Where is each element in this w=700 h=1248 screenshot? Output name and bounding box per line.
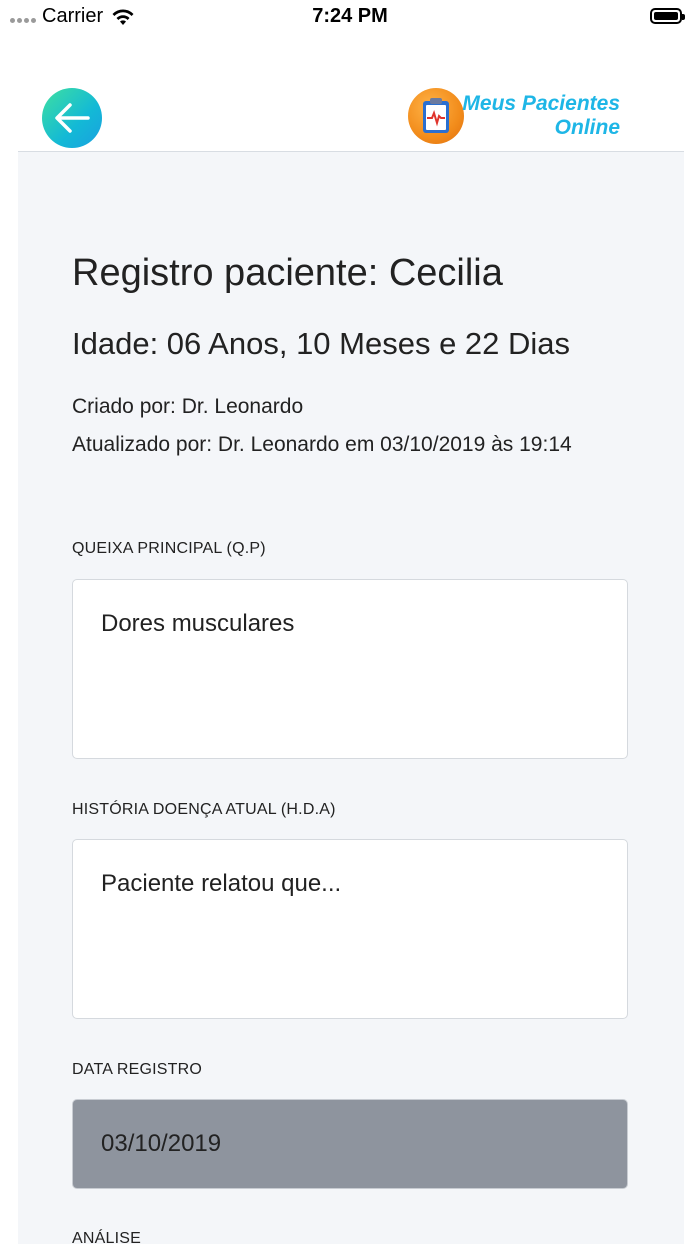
back-button[interactable]	[42, 88, 102, 148]
app-logo-text: Meus Pacientes Online	[462, 92, 620, 140]
arrow-left-icon	[55, 103, 90, 133]
app-logo: Meus Pacientes Online	[408, 88, 620, 144]
history-label: HISTÓRIA DOENÇA ATUAL (H.D.A)	[72, 801, 336, 818]
history-value: Paciente relatou que...	[101, 870, 342, 897]
chief-complaint-label: QUEIXA PRINCIPAL (Q.P)	[72, 540, 266, 557]
status-bar: Carrier 7:24 PM	[0, 0, 700, 40]
analysis-label: ANÁLISE	[72, 1230, 141, 1247]
clipboard-heartbeat-icon	[408, 88, 465, 144]
chief-complaint-value: Dores musculares	[101, 610, 295, 637]
logo-line-1: Meus Pacientes	[462, 92, 620, 115]
clock: 7:24 PM	[312, 5, 388, 27]
date-field: 03/10/2019	[72, 1099, 628, 1189]
logo-line-2: Online	[554, 116, 620, 139]
patient-age: Idade: 06 Anos, 10 Meses e 22 Dias	[72, 326, 571, 361]
page-title: Registro paciente: Cecilia	[72, 252, 503, 294]
updated-by: Atualizado por: Dr. Leonardo em 03/10/20…	[72, 433, 572, 456]
record-content: Registro paciente: Cecilia Idade: 06 Ano…	[18, 152, 684, 1247]
date-label: DATA REGISTRO	[72, 1061, 203, 1078]
created-by: Criado por: Dr. Leonardo	[72, 395, 304, 418]
history-field[interactable]: Paciente relatou que...	[72, 839, 628, 1019]
date-value: 03/10/2019	[101, 1130, 222, 1157]
chief-complaint-field[interactable]: Dores musculares	[72, 579, 628, 759]
app-header: Meus Pacientes Online	[18, 60, 684, 152]
record-meta: Criado por: Dr. Leonardo Atualizado por:…	[72, 388, 592, 464]
battery-icon	[650, 8, 685, 24]
